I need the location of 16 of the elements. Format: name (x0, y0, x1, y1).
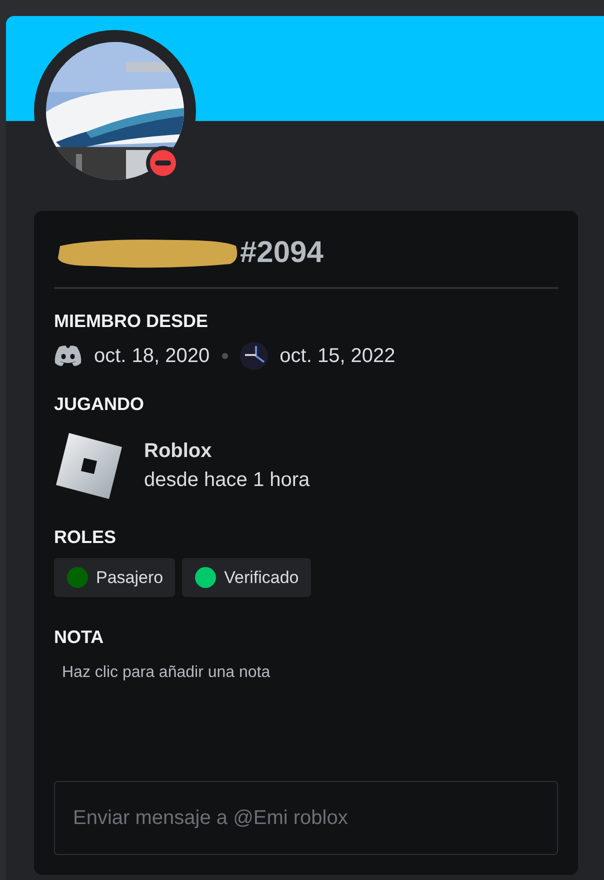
play-duration: desde hace 1 hora (144, 469, 310, 492)
note-field[interactable]: Haz clic para añadir una nota (54, 658, 549, 688)
join-date: oct. 18, 2020 (94, 344, 210, 368)
join-date: oct. 15, 2022 (280, 344, 396, 368)
section-heading: JUGANDO (54, 394, 146, 415)
game-icon (54, 431, 124, 501)
discord-icon (54, 345, 82, 367)
section-heading: MIEMBRO DESDE (54, 311, 210, 332)
section-heading: NOTA (54, 627, 105, 648)
role-name: Pasajero (96, 568, 164, 588)
game-name: Roblox (144, 440, 213, 463)
section-heading: ROLES (54, 527, 118, 548)
username-tag: #2094 (240, 236, 324, 270)
message-field[interactable]: Enviar mensaje a @Emi roblox (54, 781, 558, 855)
role-name: Verificado (224, 568, 299, 588)
server-icon[interactable] (240, 342, 268, 370)
